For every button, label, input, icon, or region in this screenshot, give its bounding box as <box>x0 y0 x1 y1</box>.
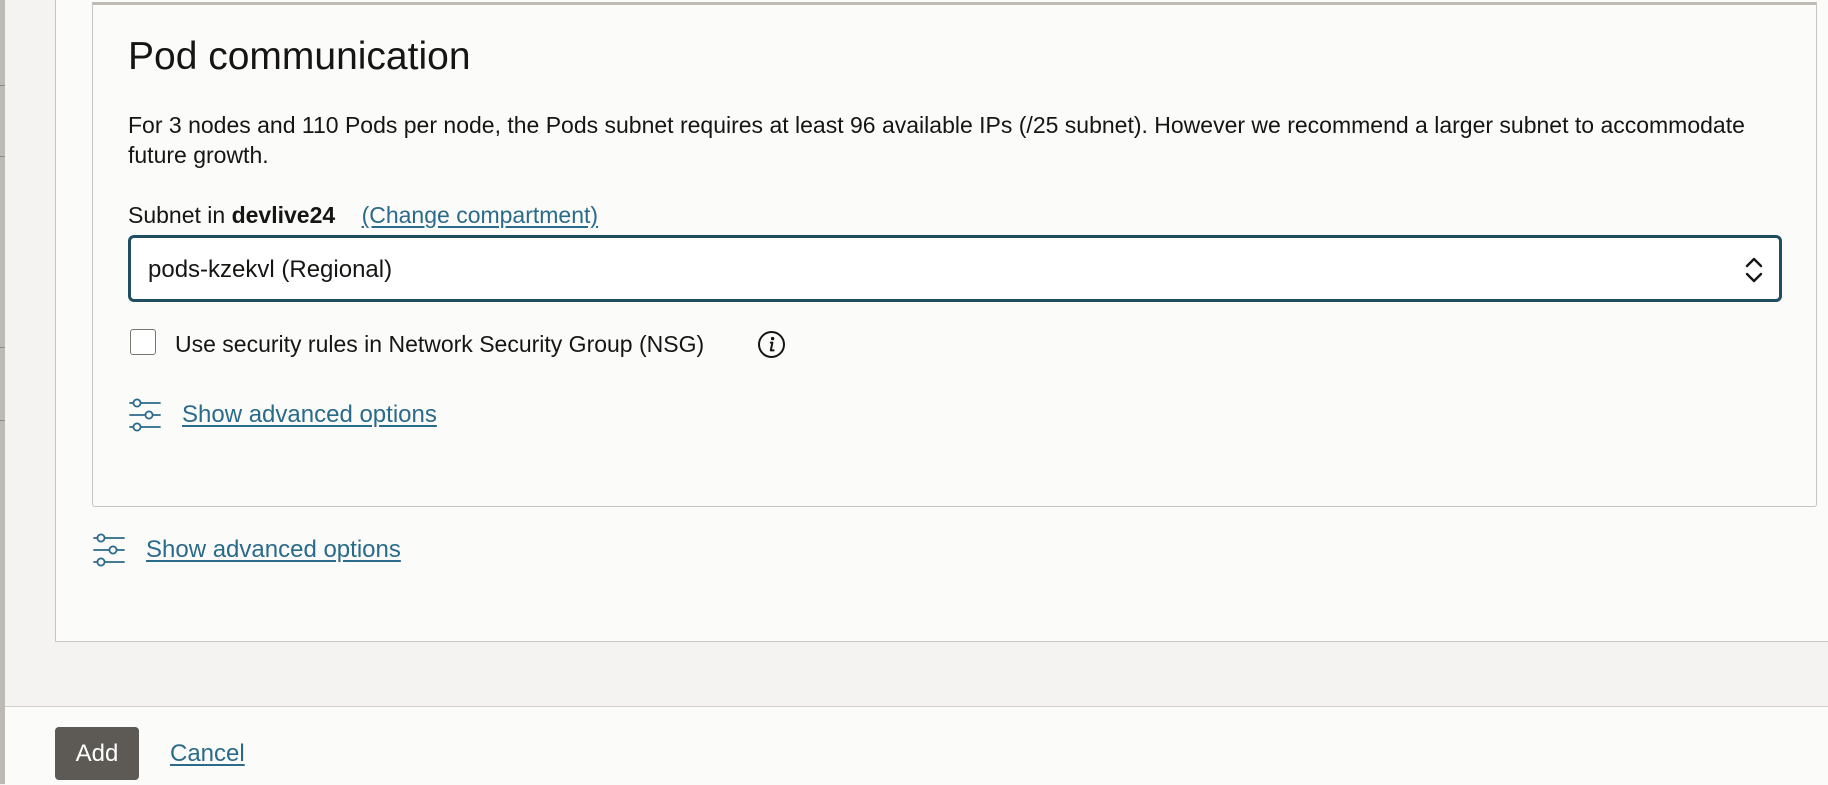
pods-subnet-select[interactable]: pods-kzekvl (Regional) <box>128 235 1782 302</box>
left-edge-tick <box>0 347 5 348</box>
compartment-name: devlive24 <box>231 202 336 228</box>
form-footer: Add Cancel <box>5 706 1828 785</box>
left-edge-strip <box>0 0 5 784</box>
left-edge-tick <box>0 420 5 421</box>
left-edge-tick <box>0 156 5 157</box>
chevron-up-down-icon <box>1745 257 1763 283</box>
left-edge-tick <box>0 85 5 86</box>
nsg-checkbox[interactable] <box>130 329 156 355</box>
add-button[interactable]: Add <box>55 727 139 780</box>
pod-communication-title: Pod communication <box>128 35 471 78</box>
subnet-label-prefix: Subnet in <box>128 202 226 228</box>
sliders-icon[interactable] <box>128 398 162 432</box>
sliders-icon[interactable] <box>92 533 126 567</box>
outer-show-advanced-options-link[interactable]: Show advanced options <box>146 533 401 567</box>
subnet-label-row: Subnet in devlive24 (Change compartment) <box>128 200 598 230</box>
cancel-link[interactable]: Cancel <box>170 737 245 771</box>
pods-subnet-selected-value: pods-kzekvl (Regional) <box>148 256 393 283</box>
info-icon[interactable] <box>757 330 786 359</box>
nsg-checkbox-label[interactable]: Use security rules in Network Security G… <box>175 327 704 361</box>
change-compartment-link[interactable]: (Change compartment) <box>362 202 599 228</box>
pod-show-advanced-options-link[interactable]: Show advanced options <box>182 398 437 432</box>
pod-subnet-description: For 3 nodes and 110 Pods per node, the P… <box>128 112 1745 168</box>
